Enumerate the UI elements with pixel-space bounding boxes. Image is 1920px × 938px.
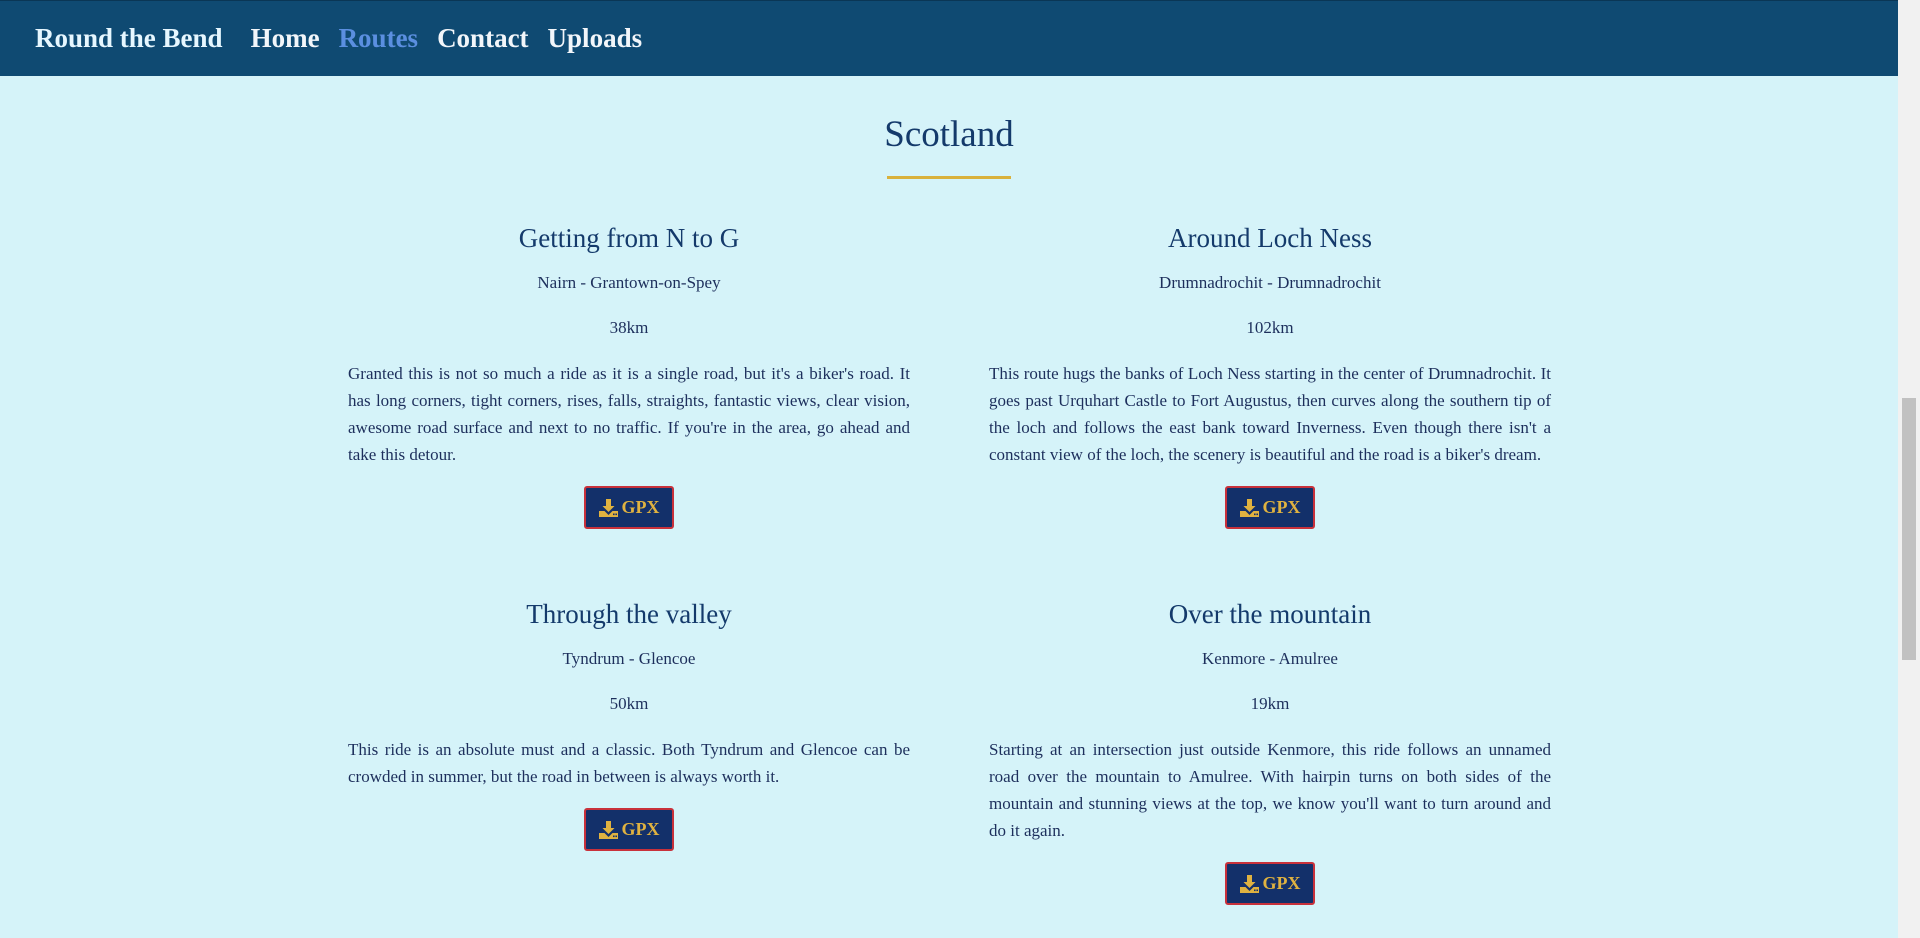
route-distance: 50km [609,694,649,713]
nav-link-home[interactable]: Home [251,23,320,54]
scrollbar-thumb[interactable] [1902,398,1916,660]
gpx-button-label: GPX [1262,497,1301,517]
nav-link-contact[interactable]: Contact [437,23,528,54]
route-distance: 19km [1250,694,1290,713]
nav-links: Home Routes Contact Uploads [251,23,662,54]
page: Round the Bend Home Routes Contact Uploa… [0,0,1920,938]
download-icon [598,820,618,839]
route-description: Starting at an intersection just outside… [989,740,1551,840]
nav-link-routes[interactable]: Routes [339,23,419,54]
route-endpoints: Tyndrum - Glencoe [562,649,696,668]
title-underline [887,176,1011,179]
download-icon [598,498,618,517]
route-card: Around Loch Ness Drumnadrochit - Drumnad… [989,221,1551,529]
nav-link-uploads[interactable]: Uploads [548,23,643,54]
route-card: Through the valley Tyndrum - Glencoe 50k… [348,597,910,851]
page-scrollbar[interactable] [1898,0,1920,938]
gpx-button-label: GPX [621,819,660,839]
section-title: Scotland [884,114,1014,155]
download-icon [1239,498,1259,517]
gpx-download-button[interactable]: GPX [1225,486,1315,529]
route-distance: 102km [1246,318,1294,337]
route-endpoints: Nairn - Grantown-on-Spey [537,273,721,292]
route-endpoints: Kenmore - Amulree [1202,649,1338,668]
route-description: This route hugs the banks of Loch Ness s… [989,364,1551,464]
gpx-download-button[interactable]: GPX [584,808,674,851]
download-icon [1239,874,1259,893]
route-card: Over the mountain Kenmore - Amulree 19km… [989,597,1551,905]
route-description: This ride is an absolute must and a clas… [348,740,910,786]
route-endpoints: Drumnadrochit - Drumnadrochit [1159,273,1381,292]
gpx-download-button[interactable]: GPX [584,486,674,529]
route-name: Over the mountain [1168,599,1372,629]
gpx-download-button[interactable]: GPX [1225,862,1315,905]
route-card: Getting from N to G Nairn - Grantown-on-… [348,221,910,529]
site-brand[interactable]: Round the Bend [35,23,223,54]
route-distance: 38km [609,318,649,337]
gpx-button-label: GPX [1262,873,1301,893]
route-name: Around Loch Ness [1168,223,1372,253]
route-name: Through the valley [526,599,732,629]
top-navbar: Round the Bend Home Routes Contact Uploa… [0,0,1898,76]
gpx-button-label: GPX [621,497,660,517]
route-description: Granted this is not so much a ride as it… [348,364,910,464]
route-name: Getting from N to G [518,223,740,253]
